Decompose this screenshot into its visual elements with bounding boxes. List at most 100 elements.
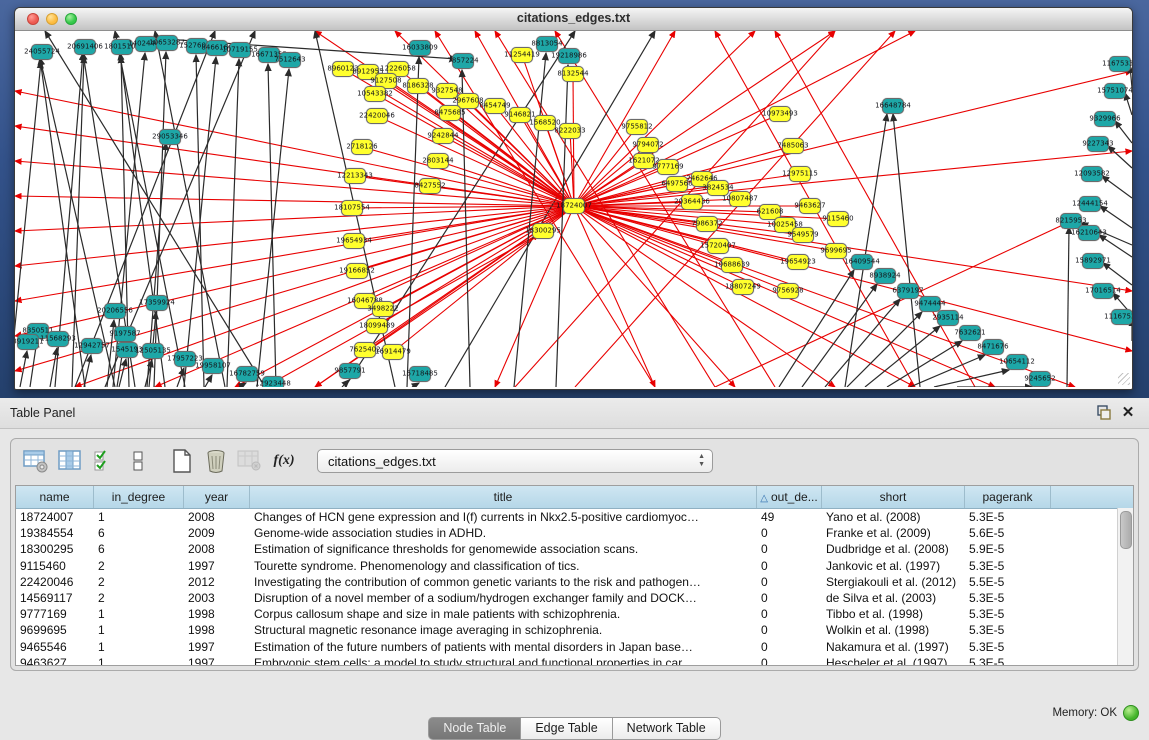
graph-node[interactable]: 16033809	[409, 40, 431, 56]
tab-network-table[interactable]: Network Table	[613, 717, 721, 740]
graph-node[interactable]: 17016514	[1092, 283, 1114, 299]
table-row[interactable]: 2242004622012Investigating the contribut…	[16, 574, 1133, 590]
graph-node[interactable]: 8454749	[484, 98, 506, 114]
graph-node[interactable]: 3498222	[372, 301, 394, 317]
graph-node[interactable]: 15892971	[1082, 253, 1104, 269]
graph-node[interactable]: 2803144	[427, 153, 449, 169]
graph-node[interactable]: 7632621	[959, 325, 981, 341]
graph-node[interactable]: 19654934	[343, 233, 365, 249]
graph-node[interactable]: 18807249	[732, 279, 754, 295]
table-row[interactable]: 1830029562008Estimation of significance …	[16, 541, 1133, 557]
graph-node[interactable]: 9242844	[432, 128, 454, 144]
graph-node[interactable]: 8813054	[536, 36, 558, 52]
graph-node[interactable]: 12213343	[344, 168, 366, 184]
select-columns-icon[interactable]	[55, 447, 85, 475]
graph-node[interactable]: 18099489	[366, 318, 388, 334]
graph-node[interactable]: 9115460	[827, 211, 849, 227]
graph-node[interactable]: 9857791	[339, 363, 361, 379]
graph-node[interactable]: 19958107	[202, 358, 224, 374]
column-header-title[interactable]: title	[250, 486, 757, 508]
graph-node[interactable]: 12975115	[789, 166, 811, 182]
graph-node[interactable]: 7986372	[696, 216, 718, 232]
table-row[interactable]: 946554611997Estimation of the future num…	[16, 639, 1133, 655]
tab-node-table[interactable]: Node Table	[428, 717, 521, 740]
graph-node[interactable]: 10654112	[1006, 354, 1028, 370]
graph-node[interactable]: 9227343	[1087, 136, 1109, 152]
graph-node[interactable]: 18107554	[341, 200, 363, 216]
tab-edge-table[interactable]: Edge Table	[521, 717, 612, 740]
graph-node[interactable]: 8938924	[874, 268, 896, 284]
graph-node[interactable]: 2935114	[937, 310, 959, 326]
window-titlebar[interactable]: citations_edges.txt	[15, 8, 1132, 31]
graph-node[interactable]: 16210643	[1078, 225, 1100, 241]
table-row[interactable]: 1938455462009Genome-wide association stu…	[16, 525, 1133, 541]
graph-node[interactable]: 8132544	[562, 66, 584, 82]
memory-status-orb[interactable]	[1123, 705, 1139, 721]
column-header-short[interactable]: short	[822, 486, 965, 508]
graph-node[interactable]: 9329966	[1094, 111, 1116, 127]
network-canvas[interactable]: 8960123891295512226058912750810543382818…	[15, 31, 1132, 387]
table-row[interactable]: 911546021997Tourette syndrome. Phenomeno…	[16, 558, 1133, 574]
graph-node[interactable]: 9146821	[509, 107, 531, 123]
row-height-icon[interactable]	[123, 447, 153, 475]
vertical-scrollbar[interactable]	[1117, 508, 1133, 665]
table-row[interactable]: 1456911722003Disruption of a novel membe…	[16, 590, 1133, 606]
graph-node[interactable]: 16914479	[382, 344, 404, 360]
graph-node[interactable]: 12093582	[1081, 166, 1103, 182]
table-row[interactable]: 977716911998Corpus callosum shape and si…	[16, 606, 1133, 622]
graph-node[interactable]: 24055724	[31, 44, 53, 60]
graph-node[interactable]: 9794072	[637, 137, 659, 153]
graph-node[interactable]: 11254419	[511, 47, 533, 63]
graph-node[interactable]: 6497568	[666, 176, 688, 192]
graph-node[interactable]: 9463627	[799, 198, 821, 214]
graph-node[interactable]: 10973493	[769, 106, 791, 122]
graph-node[interactable]: 17359924	[146, 295, 168, 311]
graph-node[interactable]: 15718485	[409, 366, 431, 382]
graph-node[interactable]: 22420046	[366, 108, 388, 124]
network-view-window[interactable]: citations_edges.txt 89601238912955122260…	[14, 7, 1133, 390]
graph-node[interactable]: 12505135	[142, 343, 164, 359]
graph-hub-node[interactable]: 18724007	[563, 198, 585, 214]
graph-node[interactable]: 11167533	[1111, 309, 1132, 325]
graph-node[interactable]: 9474444	[919, 296, 941, 312]
column-header-year[interactable]: year	[184, 486, 250, 508]
graph-node[interactable]: 3919211	[17, 334, 39, 350]
graph-node[interactable]: 1568520	[534, 115, 556, 131]
graph-node[interactable]: 7512643	[279, 52, 301, 68]
graph-node[interactable]: 9755812	[626, 119, 648, 135]
graph-node[interactable]: 8186328	[407, 78, 429, 94]
new-file-icon[interactable]	[167, 447, 197, 475]
graph-node[interactable]: 10807487	[729, 191, 751, 207]
table-row[interactable]: 1872400712008Changes of HCN gene express…	[16, 509, 1133, 525]
graph-node[interactable]: 10653287	[156, 35, 178, 51]
graph-node[interactable]: 16409544	[851, 254, 873, 270]
graph-node[interactable]: 16648784	[882, 98, 904, 114]
column-check-icon[interactable]	[89, 447, 119, 475]
graph-node[interactable]: 15720407	[707, 238, 729, 254]
graph-node[interactable]: 12444154	[1079, 196, 1101, 212]
graph-node[interactable]: 9197587	[114, 326, 136, 342]
graph-node[interactable]: 8222033	[559, 123, 581, 139]
scrollbar-thumb[interactable]	[1120, 511, 1132, 549]
graph-node[interactable]: 15751074	[1104, 83, 1126, 99]
graph-node[interactable]: 8471676	[982, 339, 1004, 355]
graph-node[interactable]: 7625402	[354, 342, 376, 358]
window-resize-grip[interactable]	[1118, 373, 1130, 385]
graph-node[interactable]: 11568293	[47, 331, 69, 347]
graph-node[interactable]: 8960123	[332, 61, 354, 77]
graph-node[interactable]: 19654923	[787, 254, 809, 270]
table-row[interactable]: 946362711997Embryonic stem cells: a mode…	[16, 655, 1133, 666]
graph-node[interactable]: 8475685	[439, 105, 461, 121]
graph-node[interactable]: 9245652	[1029, 371, 1051, 387]
float-panel-icon[interactable]	[1095, 404, 1113, 422]
graph-node[interactable]: 11675334	[1109, 56, 1131, 72]
graph-node[interactable]: 8427552	[419, 178, 441, 194]
graph-node[interactable]: 20364436	[681, 194, 703, 210]
graph-node[interactable]: 7485063	[782, 138, 804, 154]
graph-node[interactable]: 7857224	[452, 53, 474, 69]
column-header-in_degree[interactable]: in_degree	[94, 486, 184, 508]
table-selector-dropdown[interactable]: citations_edges.txt ▲▼	[317, 449, 713, 473]
graph-node[interactable]: 10543382	[364, 86, 386, 102]
graph-node[interactable]: 20691406	[74, 39, 96, 55]
column-header-name[interactable]: name	[16, 486, 94, 508]
